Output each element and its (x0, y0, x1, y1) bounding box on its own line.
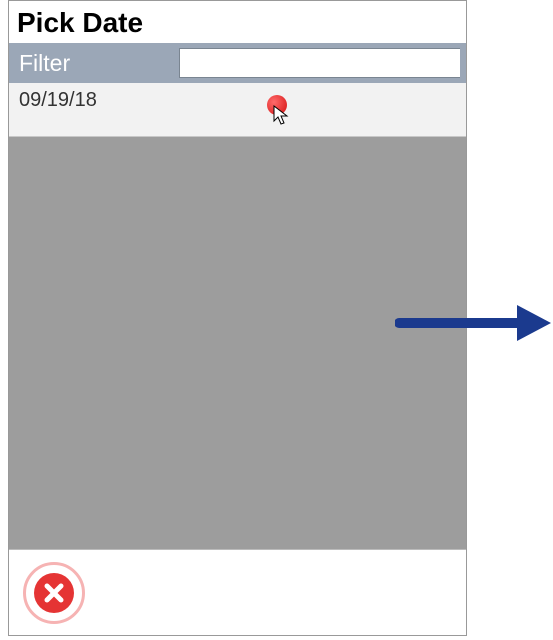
filter-label: Filter (19, 50, 179, 77)
list-item-date: 09/19/18 (19, 89, 97, 112)
close-icon (34, 573, 74, 613)
list-item[interactable]: 09/19/18 (9, 83, 466, 137)
date-list: 09/19/18 (9, 83, 466, 549)
pick-date-window: Pick Date Filter 09/19/18 (8, 0, 467, 636)
footer-bar (9, 549, 466, 635)
filter-bar: Filter (9, 43, 466, 83)
close-button[interactable] (23, 562, 85, 624)
page-title: Pick Date (9, 1, 466, 43)
filter-input[interactable] (179, 48, 460, 78)
